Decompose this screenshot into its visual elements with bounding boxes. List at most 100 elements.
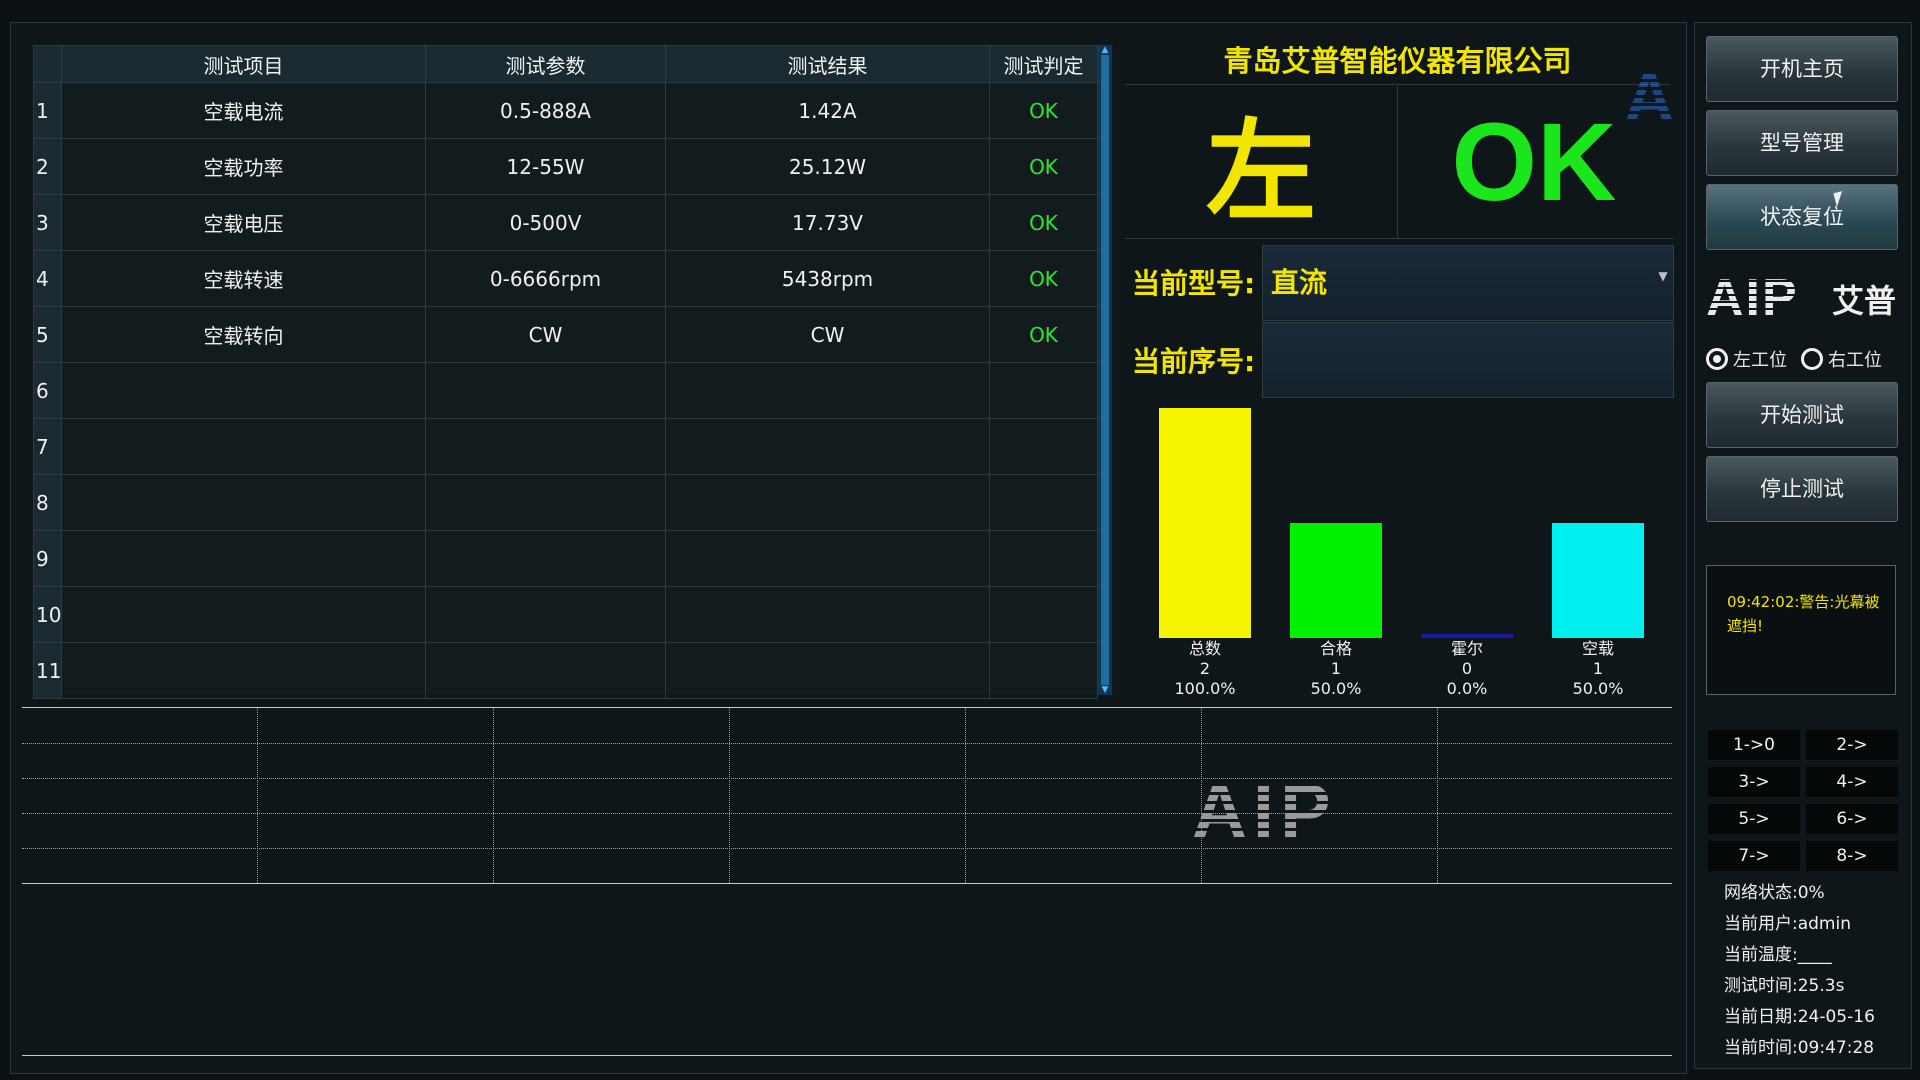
- row-index: 10: [33, 586, 62, 643]
- bar-percent-label: 50.0%: [1311, 679, 1362, 698]
- current-temp: 当前温度:____: [1724, 945, 1832, 965]
- table-row[interactable]: 7: [33, 418, 1098, 475]
- nav-button-2[interactable]: 2->: [1806, 730, 1898, 760]
- cell-item: 空载电流: [61, 82, 426, 139]
- cell-item: 空载转速: [61, 250, 426, 307]
- cell-judge: [989, 362, 1098, 419]
- row-index: 2: [33, 138, 62, 195]
- bar-3: [1552, 523, 1644, 638]
- bar-value-label: 0: [1462, 659, 1472, 678]
- cell-item: 空载转向: [61, 306, 426, 363]
- table-row[interactable]: 10: [33, 586, 1098, 643]
- model-manage-button[interactable]: 型号管理: [1706, 110, 1898, 176]
- cell-item: [61, 362, 426, 419]
- nav-button-4[interactable]: 4->: [1806, 767, 1898, 797]
- company-title: 青岛艾普智能仪器有限公司: [1125, 38, 1670, 85]
- header-param[interactable]: 测试参数: [425, 45, 666, 83]
- cell-result: [665, 474, 990, 531]
- cell-judge: [989, 642, 1098, 699]
- table-row[interactable]: 5 空载转向 CW CW OK: [33, 306, 1098, 363]
- scroll-up-icon[interactable]: ▲: [1098, 45, 1112, 55]
- cell-param: 0.5-888A: [425, 82, 666, 139]
- header-judge[interactable]: 测试判定: [989, 45, 1098, 83]
- grid-line: [22, 848, 1672, 849]
- nav-button-6[interactable]: 6->: [1806, 804, 1898, 834]
- reset-status-button[interactable]: 状态复位: [1706, 184, 1898, 250]
- cell-param: [425, 418, 666, 475]
- cell-result: CW: [665, 306, 990, 363]
- waveform-area: [22, 707, 1672, 884]
- chevron-down-icon[interactable]: ▼: [1653, 246, 1673, 320]
- bar-percent-label: 100.0%: [1174, 679, 1235, 698]
- aip-watermark: AIP: [1192, 769, 1337, 854]
- header-result[interactable]: 测试结果: [665, 45, 990, 83]
- table-row[interactable]: 2 空载功率 12-55W 25.12W OK: [33, 138, 1098, 195]
- bar-value-label: 1: [1593, 659, 1603, 678]
- current-time: 当前时间:09:47:28: [1724, 1038, 1875, 1058]
- bar-category-label: 总数: [1189, 639, 1221, 658]
- bar-value-label: 2: [1200, 659, 1210, 678]
- cell-item: [61, 530, 426, 587]
- cell-item: 空载功率: [61, 138, 426, 195]
- nav-button-1[interactable]: 1->0: [1708, 730, 1800, 760]
- table-row[interactable]: 1 空载电流 0.5-888A 1.42A OK: [33, 82, 1098, 139]
- current-user: 当前用户:admin: [1724, 914, 1851, 934]
- radio-left-label[interactable]: 左工位: [1733, 346, 1787, 372]
- test-time: 测试时间:25.3s: [1724, 976, 1845, 996]
- row-index: 5: [33, 306, 62, 363]
- stats-bar-chart: 总数2100.0%合格150.0%霍尔00.0%空载150.0%: [1159, 408, 1644, 698]
- scroll-thumb[interactable]: [1101, 55, 1109, 685]
- table-row[interactable]: 4 空载转速 0-6666rpm 5438rpm OK: [33, 250, 1098, 307]
- header-item[interactable]: 测试项目: [61, 45, 426, 83]
- cell-param: [425, 642, 666, 699]
- table-row[interactable]: 9: [33, 530, 1098, 587]
- home-button[interactable]: 开机主页: [1706, 36, 1898, 102]
- bar-1: [1290, 523, 1382, 638]
- cell-item: [61, 418, 426, 475]
- table-row[interactable]: 6: [33, 362, 1098, 419]
- grid-line: [257, 708, 258, 883]
- scroll-down-icon[interactable]: ▼: [1098, 685, 1112, 695]
- table-row[interactable]: 3 空载电压 0-500V 17.73V OK: [33, 194, 1098, 251]
- bar-2: [1421, 634, 1513, 638]
- model-select[interactable]: 直流 ▼: [1262, 245, 1674, 321]
- grid-line: [1437, 708, 1438, 883]
- network-status: 网络状态:0%: [1724, 883, 1825, 903]
- serial-field[interactable]: [1262, 322, 1674, 398]
- cell-judge: OK: [989, 194, 1098, 251]
- cell-judge: [989, 530, 1098, 587]
- start-test-button[interactable]: 开始测试: [1706, 382, 1898, 448]
- nav-button-7[interactable]: 7->: [1708, 841, 1800, 871]
- table-header-row: 测试项目 测试参数 测试结果 测试判定: [33, 45, 1098, 83]
- row-index: 1: [33, 82, 62, 139]
- cell-result: [665, 642, 990, 699]
- faint-logo-icon: A: [1624, 59, 1675, 137]
- grid-line: [729, 708, 730, 883]
- table-row[interactable]: 8: [33, 474, 1098, 531]
- cell-judge: [989, 418, 1098, 475]
- cell-param: [425, 474, 666, 531]
- results-table: 测试项目 测试参数 测试结果 测试判定 1 空载电流 0.5-888A 1.42A OK…: [33, 45, 1113, 699]
- row-index: 6: [33, 362, 62, 419]
- radio-left-icon[interactable]: [1706, 348, 1728, 370]
- stop-test-button[interactable]: 停止测试: [1706, 456, 1898, 522]
- nav-button-8[interactable]: 8->: [1806, 841, 1898, 871]
- cell-judge: OK: [989, 138, 1098, 195]
- cell-result: 17.73V: [665, 194, 990, 251]
- row-index: 8: [33, 474, 62, 531]
- grid-line: [493, 708, 494, 883]
- cell-result: [665, 530, 990, 587]
- bar-percent-label: 50.0%: [1573, 679, 1624, 698]
- table-scrollbar[interactable]: ▲ ▼: [1098, 45, 1112, 695]
- row-index: 9: [33, 530, 62, 587]
- nav-button-3[interactable]: 3->: [1708, 767, 1800, 797]
- radio-right-label[interactable]: 右工位: [1828, 346, 1882, 372]
- model-value: 直流: [1271, 266, 1328, 299]
- model-label: 当前型号:: [1132, 267, 1256, 300]
- message-box: 09:42:02:警告:光幕被遮挡!: [1706, 565, 1896, 695]
- radio-right-icon[interactable]: [1801, 348, 1823, 370]
- cell-judge: OK: [989, 82, 1098, 139]
- table-row[interactable]: 11: [33, 642, 1098, 699]
- row-index: 3: [33, 194, 62, 251]
- nav-button-5[interactable]: 5->: [1708, 804, 1800, 834]
